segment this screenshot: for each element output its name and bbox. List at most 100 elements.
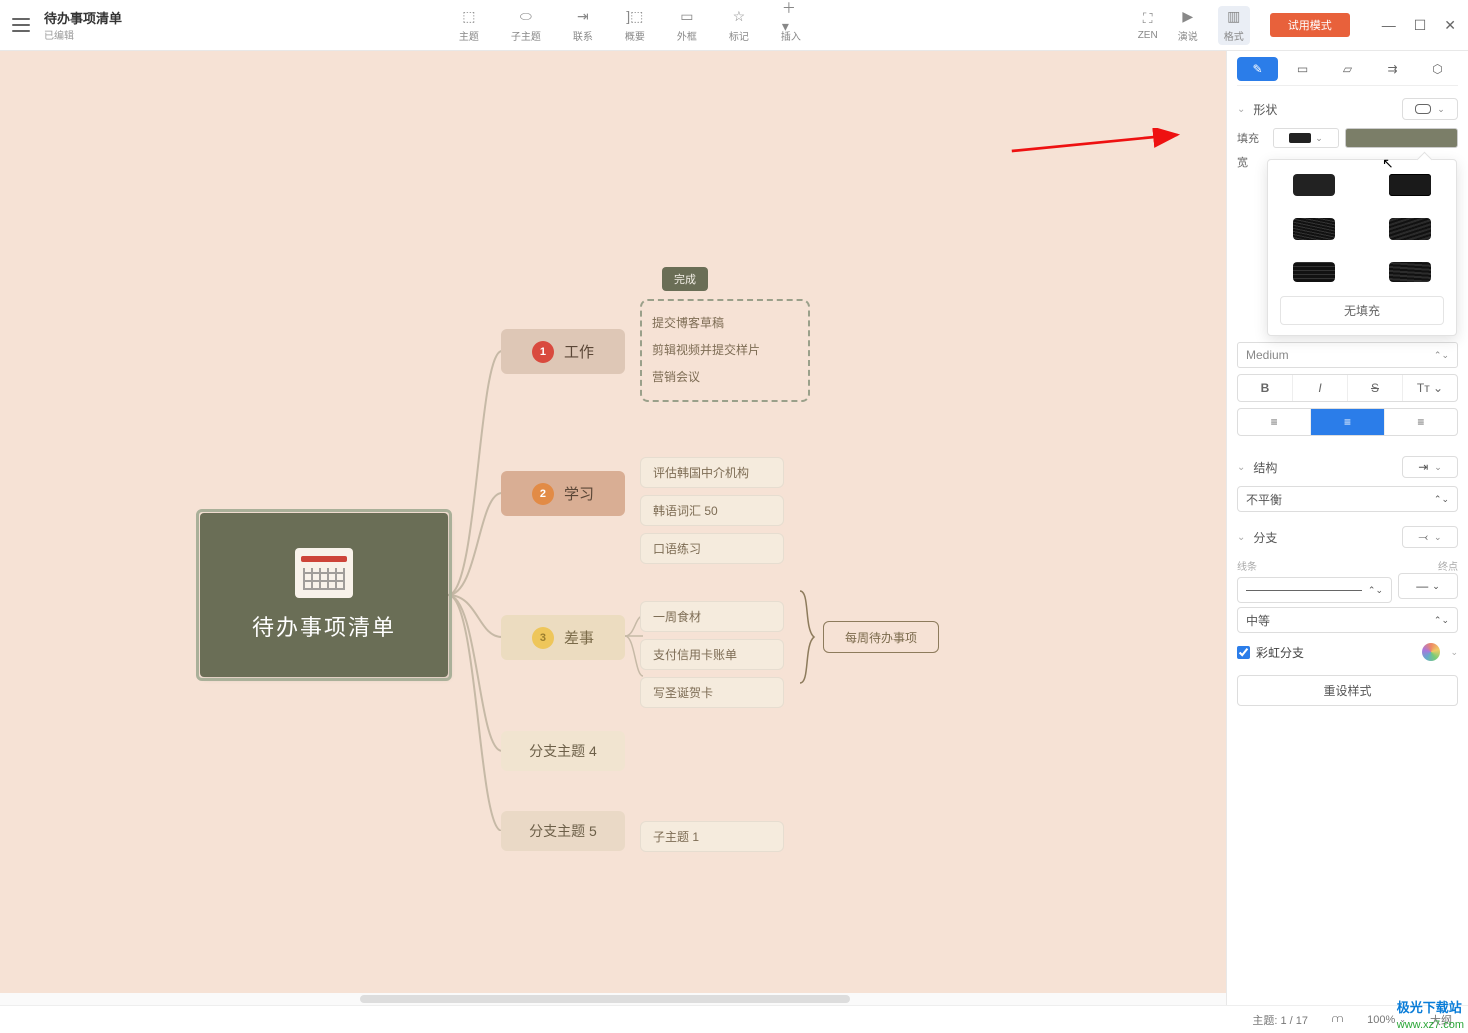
subtopic[interactable]: 提交博客草稿: [652, 309, 798, 336]
subtopic[interactable]: 子主题 1: [640, 821, 784, 852]
topic-branch-5[interactable]: 分支主题 5: [501, 811, 625, 851]
topic-branch-4[interactable]: 分支主题 4: [501, 731, 625, 771]
topic-button[interactable]: ⬚主题: [459, 8, 479, 43]
zen-icon: ⛶: [1139, 10, 1157, 28]
close-button[interactable]: ✕: [1444, 17, 1456, 34]
trial-button[interactable]: 试用模式: [1270, 13, 1350, 37]
topic-study[interactable]: 2学习: [501, 471, 625, 516]
horizontal-scrollbar[interactable]: [0, 993, 1226, 1005]
done-tag: 完成: [662, 267, 708, 291]
subtopic[interactable]: 支付信用卡账单: [640, 639, 784, 670]
status-bar: 主题: 1 / 17 ⩋ 100%⌄ 大纲: [0, 1005, 1468, 1033]
root-title: 待办事项清单: [252, 610, 396, 642]
format-button[interactable]: ▥格式: [1218, 6, 1250, 45]
rainbow-color-icon[interactable]: [1422, 643, 1440, 661]
subtopic-button[interactable]: ⬭子主题: [511, 8, 541, 43]
toolbar: 待办事项清单 已编辑 ⬚主题 ⬭子主题 ⇥联系 ]⬚概要 ▭外框 ☆标记 ＋▾插…: [0, 0, 1468, 51]
boundary-button[interactable]: ▭外框: [677, 8, 697, 43]
summary-callout[interactable]: 每周待办事项: [823, 621, 939, 653]
boundary-icon: ▭: [678, 8, 696, 26]
align-row: ≡ ≡ ≡: [1237, 408, 1458, 436]
fill-scribble-1[interactable]: [1293, 262, 1335, 282]
strike-button[interactable]: S: [1347, 375, 1402, 401]
no-fill-button[interactable]: 无填充: [1280, 296, 1444, 325]
star-icon: ☆: [730, 8, 748, 26]
thickness-select[interactable]: 中等⌃⌄: [1237, 607, 1458, 633]
fill-brush[interactable]: [1389, 174, 1431, 196]
minimize-button[interactable]: —: [1382, 17, 1396, 34]
topic-count: 主题: 1 / 17: [1252, 1012, 1308, 1028]
balance-select[interactable]: 不平衡⌃⌄: [1237, 486, 1458, 512]
bold-button[interactable]: B: [1238, 375, 1292, 401]
chevron-down-icon: ⌄: [1237, 532, 1245, 543]
endpoint-label: 终点: [1438, 558, 1458, 573]
group-work[interactable]: 提交博客草稿 剪辑视频并提交样片 营销会议: [640, 299, 810, 402]
present-button[interactable]: ▶演说: [1178, 8, 1198, 43]
canvas[interactable]: 待办事项清单 完成 提交博客草稿 剪辑视频并提交样片 营销会议 1工作 2学习 …: [0, 51, 1226, 1005]
zen-button[interactable]: ⛶ZEN: [1138, 10, 1158, 41]
subtopic[interactable]: 评估韩国中介机构: [640, 457, 784, 488]
tab-theme[interactable]: ⇉: [1372, 57, 1413, 81]
endpoint-select[interactable]: —⌄: [1398, 573, 1458, 599]
panel-icon: ▥: [1225, 8, 1243, 26]
fill-solid[interactable]: [1293, 174, 1335, 196]
relationship-button[interactable]: ⇥联系: [573, 8, 593, 43]
text-style-row: B I S Tᴛ ⌄: [1237, 374, 1458, 402]
topic-errand[interactable]: 3差事: [501, 615, 625, 660]
fill-label: 填充: [1237, 130, 1267, 146]
align-right-button[interactable]: ≡: [1384, 409, 1457, 435]
subtopic[interactable]: 写圣诞贺卡: [640, 677, 784, 708]
marker-button[interactable]: ☆标记: [729, 8, 749, 43]
fill-style-select[interactable]: ⌄: [1273, 128, 1339, 148]
root-topic[interactable]: 待办事项清单: [200, 513, 448, 677]
zoom-level[interactable]: 100%: [1367, 1014, 1395, 1026]
menu-button[interactable]: [12, 18, 30, 32]
subtopic[interactable]: 剪辑视频并提交样片: [652, 336, 798, 363]
italic-button[interactable]: I: [1292, 375, 1347, 401]
fill-hatch-1[interactable]: [1293, 218, 1335, 240]
text-case-button[interactable]: Tᴛ ⌄: [1402, 375, 1457, 401]
maximize-button[interactable]: ☐: [1414, 17, 1427, 34]
summary-icon: ]⬚: [626, 8, 644, 26]
summary-button[interactable]: ]⬚概要: [625, 8, 645, 43]
reset-style-button[interactable]: 重设样式: [1237, 675, 1458, 706]
subtopic[interactable]: 一周食材: [640, 601, 784, 632]
rainbow-checkbox[interactable]: [1237, 646, 1250, 659]
tab-card[interactable]: ▱: [1327, 57, 1368, 81]
rainbow-label: 彩虹分支: [1256, 644, 1304, 661]
struct-select[interactable]: ⇥⌄: [1402, 456, 1458, 478]
line-label: 线条: [1237, 558, 1257, 573]
map-mode-icon[interactable]: ⩋: [1332, 1013, 1343, 1026]
topic-icon: ⬚: [460, 8, 478, 26]
badge-3: 3: [532, 627, 554, 649]
tab-skeleton[interactable]: ⬡: [1417, 57, 1458, 81]
fill-scribble-2[interactable]: [1389, 262, 1431, 282]
align-center-button[interactable]: ≡: [1310, 409, 1383, 435]
fill-color-swatch[interactable]: [1345, 128, 1458, 148]
subtopic[interactable]: 营销会议: [652, 363, 798, 390]
badge-2: 2: [532, 483, 554, 505]
subtopic[interactable]: 韩语词汇 50: [640, 495, 784, 526]
window-controls: — ☐ ✕: [1382, 17, 1456, 34]
font-weight-select[interactable]: Medium⌃⌄: [1237, 342, 1458, 368]
watermark: 极光下载站 www.xz7.com: [1397, 997, 1464, 1031]
subtopic[interactable]: 口语练习: [640, 533, 784, 564]
shape-heading: 形状: [1253, 101, 1277, 118]
calendar-icon: [295, 548, 353, 598]
branch-style-select[interactable]: ⤙⌄: [1402, 526, 1458, 548]
format-panel: ✎ ▭ ▱ ⇉ ⬡ ⌄形状 ⌄ 填充 ⌄ 宽: [1226, 51, 1468, 1005]
fill-hatch-2[interactable]: [1389, 218, 1431, 240]
scrollbar-thumb[interactable]: [360, 995, 850, 1003]
align-left-button[interactable]: ≡: [1238, 409, 1310, 435]
title-block: 待办事项清单 已编辑: [44, 8, 122, 42]
insert-button[interactable]: ＋▾插入: [781, 8, 801, 43]
summary-brace: [798, 589, 816, 685]
topic-work[interactable]: 1工作: [501, 329, 625, 374]
shape-select[interactable]: ⌄: [1402, 98, 1458, 120]
fill-style-popover: 无填充: [1267, 159, 1457, 336]
tab-style[interactable]: ✎: [1237, 57, 1278, 81]
line-style-select[interactable]: ⌃⌄: [1237, 577, 1392, 603]
subtopic-icon: ⬭: [517, 8, 535, 26]
tab-map[interactable]: ▭: [1282, 57, 1323, 81]
panel-tabs: ✎ ▭ ▱ ⇉ ⬡: [1237, 57, 1458, 86]
